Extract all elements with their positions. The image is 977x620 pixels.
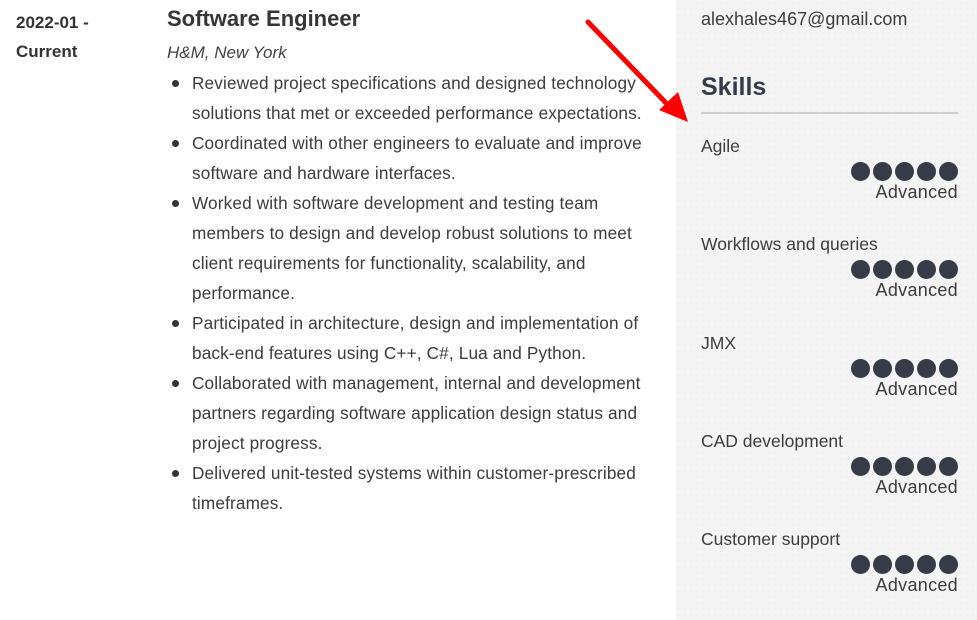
skill-name: CAD development — [701, 431, 844, 451]
skill-rating — [701, 555, 958, 574]
bullet-item: Collaborated with management, internal a… — [172, 368, 647, 458]
rating-dot-icon — [917, 162, 936, 181]
rating-dot-icon — [917, 457, 936, 476]
skill-item: CAD development Advanced — [701, 430, 958, 498]
skill-item: Agile Advanced — [701, 135, 958, 203]
skill-name: JMX — [701, 333, 736, 353]
rating-dot-icon — [873, 260, 892, 279]
rating-dot-icon — [873, 162, 892, 181]
rating-dot-icon — [895, 359, 914, 378]
skill-rating — [701, 359, 958, 378]
skill-name: Customer support — [701, 529, 841, 549]
skill-item: JMX Advanced — [701, 332, 958, 400]
skill-item: Workflows and queries Advanced — [701, 233, 958, 301]
skill-level: Advanced — [875, 182, 958, 202]
rating-dot-icon — [895, 260, 914, 279]
skill-rating — [701, 457, 958, 476]
rating-dot-icon — [851, 359, 870, 378]
rating-dot-icon — [917, 260, 936, 279]
rating-dot-icon — [851, 555, 870, 574]
skills-heading: Skills — [701, 73, 767, 101]
skills-divider — [701, 112, 958, 114]
rating-dot-icon — [939, 359, 958, 378]
rating-dot-icon — [895, 457, 914, 476]
email-address[interactable]: alexhales467@gmail.com — [701, 9, 907, 30]
skill-level: Advanced — [875, 477, 958, 497]
job-bullets: Reviewed project specifications and desi… — [167, 68, 647, 518]
date-start: 2022-01 - — [16, 13, 89, 32]
skill-rating — [701, 162, 958, 181]
rating-dot-icon — [873, 457, 892, 476]
rating-dot-icon — [873, 555, 892, 574]
rating-dot-icon — [939, 555, 958, 574]
rating-dot-icon — [851, 457, 870, 476]
bullet-item: Worked with software development and tes… — [172, 188, 647, 308]
skill-item: Customer support Advanced — [701, 528, 958, 596]
skill-level: Advanced — [875, 379, 958, 399]
experience-dates: 2022-01 - Current — [16, 8, 136, 66]
skill-name: Agile — [701, 136, 740, 156]
bullet-item: Coordinated with other engineers to eval… — [172, 128, 647, 188]
sidebar: alexhales467@gmail.com Skills Agile Adva… — [676, 0, 977, 620]
rating-dot-icon — [895, 162, 914, 181]
bullet-item: Delivered unit-tested systems within cus… — [172, 458, 647, 518]
bullet-item: Participated in architecture, design and… — [172, 308, 647, 368]
rating-dot-icon — [851, 162, 870, 181]
rating-dot-icon — [917, 359, 936, 378]
skill-level: Advanced — [875, 575, 958, 595]
rating-dot-icon — [939, 162, 958, 181]
job-title: Software Engineer — [167, 6, 361, 31]
rating-dot-icon — [873, 359, 892, 378]
experience-entry: Software Engineer H&M, New York Reviewed… — [167, 4, 647, 518]
rating-dot-icon — [939, 260, 958, 279]
bullet-item: Reviewed project specifications and desi… — [172, 68, 647, 128]
rating-dot-icon — [851, 260, 870, 279]
rating-dot-icon — [939, 457, 958, 476]
skill-rating — [701, 260, 958, 279]
skill-name: Workflows and queries — [701, 234, 878, 254]
skill-level: Advanced — [875, 280, 958, 300]
rating-dot-icon — [917, 555, 936, 574]
job-company: H&M, New York — [167, 43, 287, 62]
date-end: Current — [16, 42, 78, 61]
rating-dot-icon — [895, 555, 914, 574]
